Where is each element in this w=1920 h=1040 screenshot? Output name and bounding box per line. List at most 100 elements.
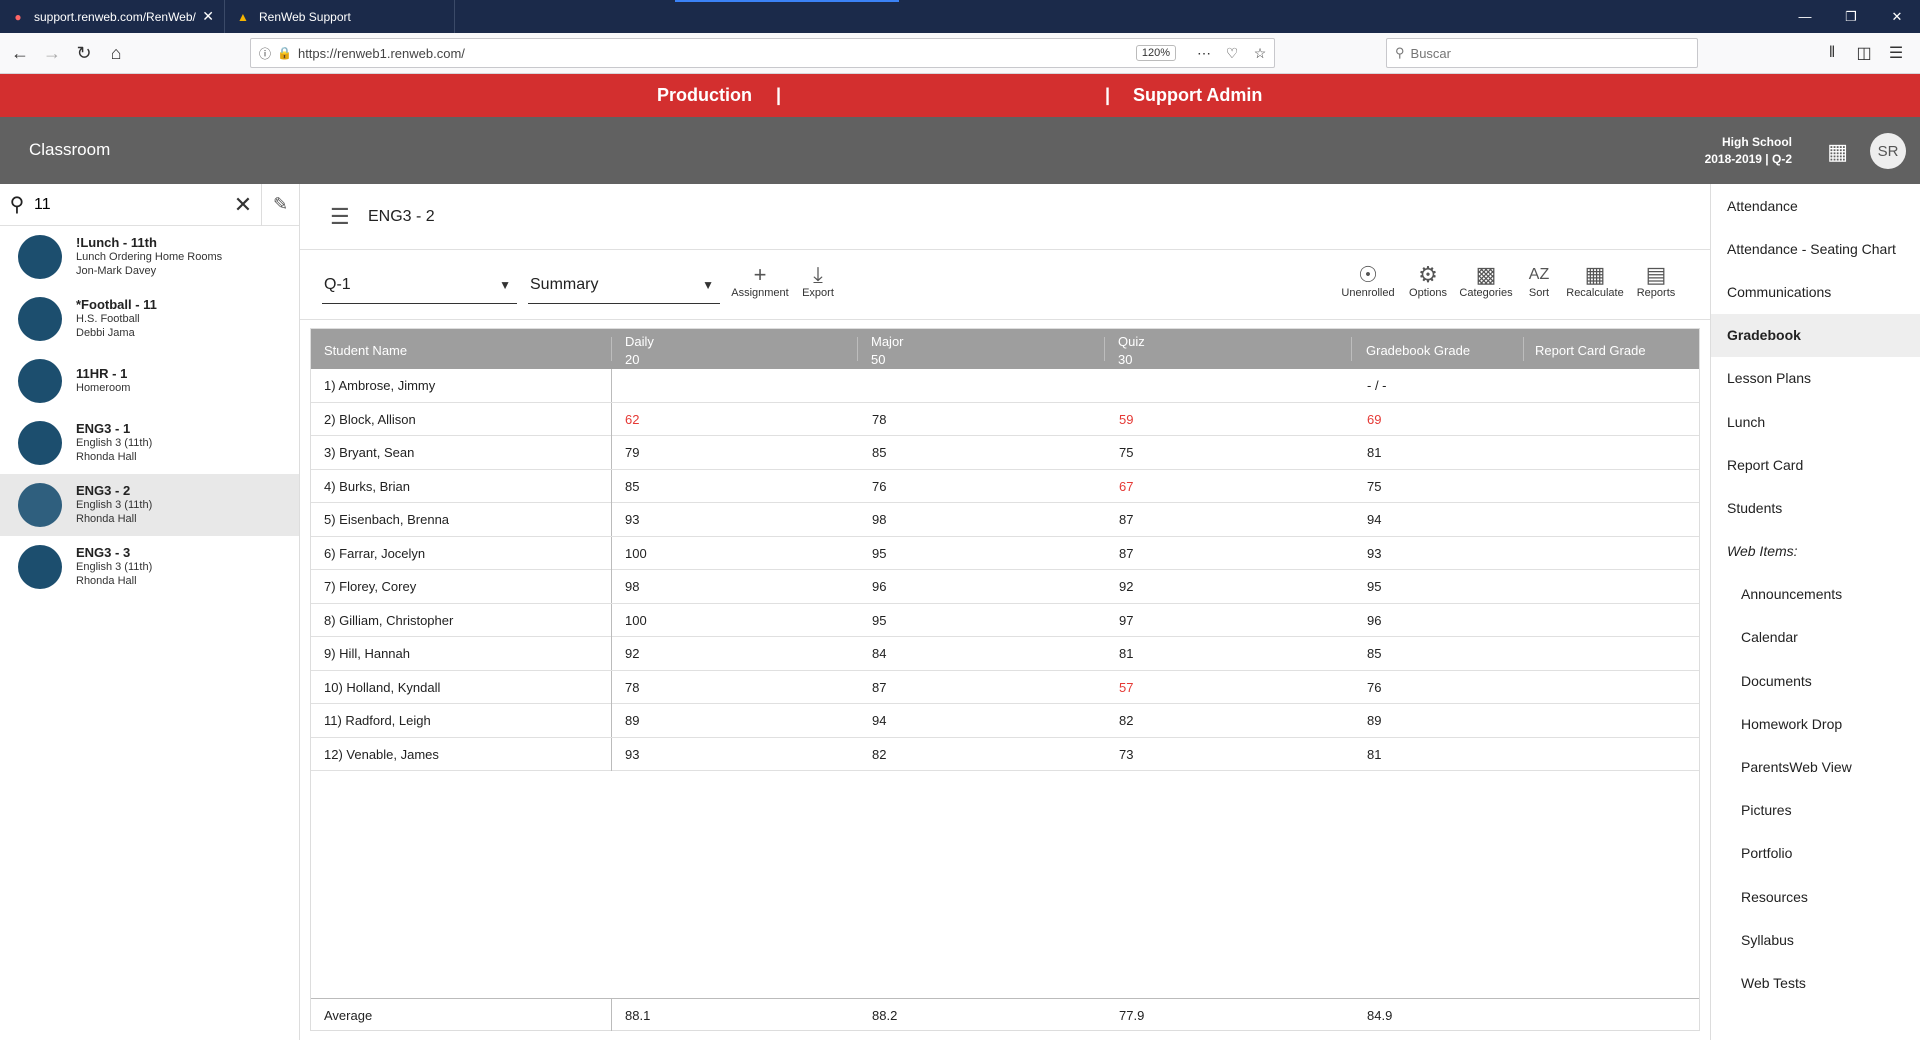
reload-icon[interactable]: ↻ (68, 37, 100, 69)
close-tab-icon[interactable]: ✕ (202, 8, 214, 25)
student-name[interactable]: 8) Gilliam, Christopher (324, 613, 453, 628)
daily-grade[interactable]: 100 (625, 613, 647, 628)
student-name[interactable]: 10) Holland, Kyndall (324, 680, 440, 695)
table-row[interactable]: 5) Eisenbach, Brenna 93 98 87 94 (311, 503, 1699, 537)
browser-tab[interactable]: ● support.renweb.com/RenWeb/ ✕ (0, 0, 225, 33)
quiz-grade[interactable]: 82 (1119, 713, 1133, 728)
daily-grade[interactable]: 79 (625, 445, 639, 460)
forward-icon[interactable]: → (36, 37, 68, 69)
nav-item[interactable]: Attendance (1711, 184, 1920, 227)
apps-grid-icon[interactable]: ▦ (1827, 139, 1848, 165)
library-icon[interactable]: ‖ (1816, 38, 1848, 68)
quiz-grade[interactable]: 75 (1119, 445, 1133, 460)
student-name[interactable]: 6) Farrar, Jocelyn (324, 546, 425, 561)
avatar[interactable]: SR (1870, 133, 1906, 169)
nav-item[interactable]: Lesson Plans (1711, 357, 1920, 400)
table-row[interactable]: 8) Gilliam, Christopher 100 95 97 96 (311, 603, 1699, 637)
student-name[interactable]: 7) Florey, Corey (324, 579, 416, 594)
term-select[interactable]: Q-1 ▼ (322, 266, 517, 304)
web-item[interactable]: Syllabus (1711, 918, 1920, 961)
sidebar-icon[interactable]: ◫ (1848, 38, 1880, 68)
web-item[interactable]: Portfolio (1711, 832, 1920, 875)
gradebook-grade[interactable]: 76 (1367, 680, 1381, 695)
nav-item[interactable]: Gradebook (1711, 313, 1920, 357)
gradebook-grade[interactable]: 89 (1367, 713, 1381, 728)
table-row[interactable]: 2) Block, Allison 62 78 59 69 (311, 402, 1699, 436)
gradebook-grade[interactable]: 75 (1367, 479, 1381, 494)
web-item[interactable]: Calendar (1711, 616, 1920, 659)
browser-search-input[interactable] (1410, 45, 1671, 61)
col-quiz[interactable]: Quiz 30 (1118, 333, 1145, 369)
web-item[interactable]: Resources (1711, 875, 1920, 918)
unenrolled-button[interactable]: ☉ Unenrolled (1336, 263, 1400, 300)
close-window-icon[interactable]: ✕ (1874, 0, 1920, 33)
quiz-grade[interactable]: 81 (1119, 646, 1133, 661)
bookmark-star-icon[interactable]: ☆ (1246, 45, 1274, 62)
table-row[interactable]: 6) Farrar, Jocelyn 100 95 87 93 (311, 536, 1699, 570)
quiz-grade[interactable]: 67 (1119, 479, 1133, 494)
student-name[interactable]: 1) Ambrose, Jimmy (324, 378, 435, 393)
nav-item[interactable]: Attendance - Seating Chart (1711, 227, 1920, 270)
major-grade[interactable]: 94 (872, 713, 886, 728)
table-row[interactable]: 1) Ambrose, Jimmy - / - (311, 369, 1699, 403)
table-row[interactable]: 10) Holland, Kyndall 78 87 57 76 (311, 670, 1699, 704)
daily-grade[interactable]: 62 (625, 412, 639, 427)
table-row[interactable]: 4) Burks, Brian 85 76 67 75 (311, 469, 1699, 503)
col-major[interactable]: Major 50 (871, 333, 904, 369)
gradebook-grade[interactable]: - / - (1367, 378, 1387, 393)
class-list-item[interactable]: 11HR - 1 Homeroom (0, 350, 299, 412)
sort-button[interactable]: AZ Sort (1520, 263, 1558, 299)
major-grade[interactable]: 87 (872, 680, 886, 695)
student-name[interactable]: 3) Bryant, Sean (324, 445, 414, 460)
table-row[interactable]: 9) Hill, Hannah 92 84 81 85 (311, 637, 1699, 671)
edit-icon[interactable]: ✎ (261, 183, 299, 226)
pocket-icon[interactable]: ♡ (1218, 45, 1246, 62)
view-select[interactable]: Summary ▼ (528, 266, 720, 304)
daily-grade[interactable]: 93 (625, 512, 639, 527)
student-name[interactable]: 12) Venable, James (324, 747, 439, 762)
student-name[interactable]: 2) Block, Allison (324, 412, 416, 427)
quiz-grade[interactable]: 92 (1119, 579, 1133, 594)
recalculate-button[interactable]: ▦ Recalculate (1562, 263, 1628, 300)
col-report-card-grade[interactable]: Report Card Grade (1535, 342, 1646, 360)
class-search-input[interactable] (34, 195, 225, 214)
major-grade[interactable]: 85 (872, 445, 886, 460)
daily-grade[interactable]: 100 (625, 546, 647, 561)
major-grade[interactable]: 82 (872, 747, 886, 762)
gradebook-grade[interactable]: 94 (1367, 512, 1381, 527)
quiz-grade[interactable]: 73 (1119, 747, 1133, 762)
student-name[interactable]: 11) Radford, Leigh (324, 713, 431, 728)
col-gradebook-grade[interactable]: Gradebook Grade (1366, 342, 1470, 360)
gradebook-grade[interactable]: 81 (1367, 747, 1381, 762)
zoom-level[interactable]: 120% (1135, 45, 1176, 61)
url-text[interactable]: https://renweb1.renweb.com/ (298, 46, 1136, 61)
home-icon[interactable]: ⌂ (100, 37, 132, 69)
daily-grade[interactable]: 92 (625, 646, 639, 661)
daily-grade[interactable]: 98 (625, 579, 639, 594)
school-context[interactable]: High School 2018-2019 | Q-2 (1705, 134, 1792, 168)
quiz-grade[interactable]: 87 (1119, 546, 1133, 561)
student-name[interactable]: 4) Burks, Brian (324, 479, 410, 494)
gradebook-grade[interactable]: 85 (1367, 646, 1381, 661)
quiz-grade[interactable]: 57 (1119, 680, 1133, 695)
nav-item[interactable]: Students (1711, 486, 1920, 529)
gradebook-grade[interactable]: 96 (1367, 613, 1381, 628)
student-name[interactable]: 5) Eisenbach, Brenna (324, 512, 449, 527)
restore-icon[interactable]: ❐ (1828, 0, 1874, 33)
col-student-name[interactable]: Student Name (324, 342, 407, 360)
table-row[interactable]: 12) Venable, James 93 82 73 81 (311, 737, 1699, 771)
daily-grade[interactable]: 89 (625, 713, 639, 728)
info-icon[interactable]: ⓘ (259, 45, 271, 62)
hamburger-menu-icon[interactable]: ☰ (1880, 38, 1912, 68)
class-list-item[interactable]: !Lunch - 11th Lunch Ordering Home Rooms Jo… (0, 226, 299, 288)
web-item[interactable]: Homework Drop (1711, 702, 1920, 745)
table-row[interactable]: 7) Florey, Corey 98 96 92 95 (311, 570, 1699, 604)
clear-icon[interactable]: ✕ (225, 192, 261, 218)
options-button[interactable]: ⚙ Options (1404, 263, 1452, 300)
major-grade[interactable]: 84 (872, 646, 886, 661)
daily-grade[interactable]: 85 (625, 479, 639, 494)
class-list-item[interactable]: ENG3 - 1 English 3 (11th) Rhonda Hall (0, 412, 299, 474)
nav-item[interactable]: Report Card (1711, 443, 1920, 486)
quiz-grade[interactable]: 59 (1119, 412, 1133, 427)
categories-button[interactable]: ▩ Categories (1456, 263, 1516, 300)
